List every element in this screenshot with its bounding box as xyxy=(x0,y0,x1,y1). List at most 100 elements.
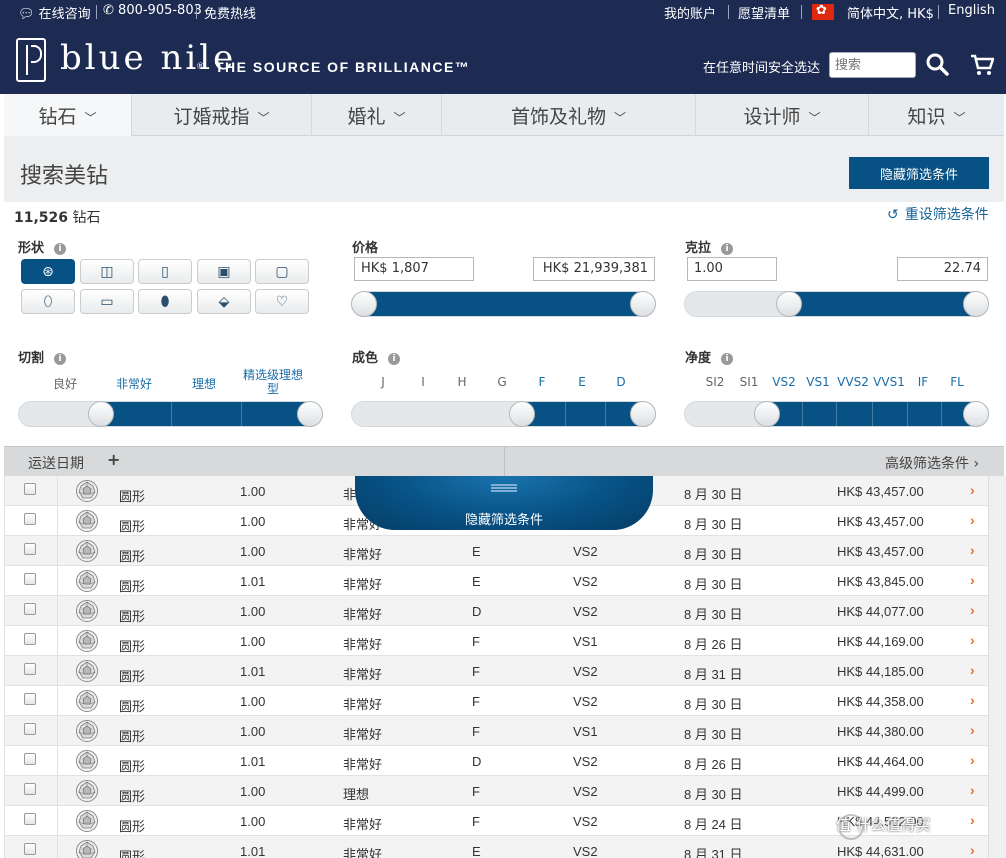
info-icon[interactable]: i xyxy=(721,243,734,255)
cart-icon[interactable] xyxy=(970,52,994,78)
price-slider[interactable] xyxy=(351,291,656,317)
compare-checkbox[interactable] xyxy=(24,513,36,525)
shape-pear-button[interactable]: ⬙ xyxy=(197,289,251,314)
cut-grade-very-good[interactable]: 非常好 xyxy=(100,375,168,392)
nav-wedding[interactable]: 婚礼 ﹀ xyxy=(312,94,442,136)
clarity-grade-vs2[interactable]: VS2 xyxy=(767,375,801,389)
cut-grade-ideal[interactable]: 理想 xyxy=(170,375,238,392)
compare-checkbox[interactable] xyxy=(24,663,36,675)
hong-kong-flag-icon[interactable] xyxy=(812,3,834,20)
table-row[interactable]: 圆形 1.00 非常好 F VS1 8 月 26 日 HK$ 44,169.00 › xyxy=(5,626,988,656)
shape-asscher-button[interactable]: ▣ xyxy=(197,259,251,284)
chevron-right-icon[interactable]: › xyxy=(970,662,975,678)
clarity-grade-if[interactable]: IF xyxy=(910,375,936,389)
compare-checkbox[interactable] xyxy=(24,573,36,585)
nav-designers[interactable]: 设计师 ﹀ xyxy=(696,94,869,136)
table-row[interactable]: 圆形 1.01 非常好 E VS2 8 月 31 日 HK$ 44,631.00 › xyxy=(5,836,988,858)
table-row[interactable]: 圆形 1.01 非常好 F VS2 8 月 31 日 HK$ 44,185.00 › xyxy=(5,656,988,686)
clarity-slider-min-handle[interactable] xyxy=(754,401,780,427)
color-grade-f[interactable]: F xyxy=(529,375,555,389)
compare-checkbox[interactable] xyxy=(24,543,36,555)
info-icon[interactable]: i xyxy=(388,353,401,365)
nav-education[interactable]: 知识 ﹀ xyxy=(869,94,1004,136)
cut-slider-min-handle[interactable] xyxy=(88,401,114,427)
wishlist-link[interactable]: 愿望清单 xyxy=(738,3,790,22)
compare-checkbox[interactable] xyxy=(24,693,36,705)
carat-slider-max-handle[interactable] xyxy=(963,291,989,317)
carat-slider-min-handle[interactable] xyxy=(776,291,802,317)
compare-checkbox[interactable] xyxy=(24,603,36,615)
chevron-right-icon[interactable]: › xyxy=(970,812,975,828)
color-grade-j[interactable]: J xyxy=(370,375,396,389)
price-slider-max-handle[interactable] xyxy=(630,291,656,317)
advanced-filters-link[interactable]: 高级筛选条件 › xyxy=(885,453,979,473)
compare-checkbox[interactable] xyxy=(24,813,36,825)
shape-princess-button[interactable]: ◫ xyxy=(80,259,134,284)
color-slider[interactable] xyxy=(351,401,656,427)
nav-jewelry-gifts[interactable]: 首饰及礼物 ﹀ xyxy=(442,94,696,136)
carat-min-input[interactable]: 1.00 xyxy=(687,257,777,281)
compare-checkbox[interactable] xyxy=(24,783,36,795)
shipping-date-toggle[interactable]: 运送日期 xyxy=(28,453,84,473)
chevron-right-icon[interactable]: › xyxy=(970,572,975,588)
compare-checkbox[interactable] xyxy=(24,483,36,495)
clarity-grade-vvs1[interactable]: VVS1 xyxy=(870,375,908,389)
chevron-right-icon[interactable]: › xyxy=(970,752,975,768)
color-grade-d[interactable]: D xyxy=(608,375,634,389)
info-icon[interactable]: i xyxy=(54,243,67,255)
color-grade-h[interactable]: H xyxy=(449,375,475,389)
scrollbar[interactable] xyxy=(988,476,1006,858)
plus-icon[interactable]: + xyxy=(107,450,120,469)
logo-text[interactable]: blue nile xyxy=(60,38,236,78)
color-grade-e[interactable]: E xyxy=(569,375,595,389)
clarity-slider[interactable] xyxy=(684,401,989,427)
chat-link[interactable]: 💬︎ 在线咨询 xyxy=(18,3,91,22)
shape-cushion-button[interactable]: ▢ xyxy=(255,259,309,284)
shape-emerald-button[interactable]: ▯ xyxy=(138,259,192,284)
chevron-right-icon[interactable]: › xyxy=(970,542,975,558)
shape-heart-button[interactable]: ♡ xyxy=(255,289,309,314)
chevron-right-icon[interactable]: › xyxy=(970,632,975,648)
carat-slider[interactable] xyxy=(684,291,989,317)
table-row[interactable]: 圆形 1.00 非常好 F VS1 8 月 30 日 HK$ 44,380.00 › xyxy=(5,716,988,746)
hide-filters-tab[interactable]: 隐藏筛选条件 xyxy=(355,476,653,530)
table-row[interactable]: 圆形 1.00 非常好 E VS2 8 月 30 日 HK$ 43,457.00 › xyxy=(5,536,988,566)
color-slider-min-handle[interactable] xyxy=(509,401,535,427)
info-icon[interactable]: i xyxy=(721,353,734,365)
compare-checkbox[interactable] xyxy=(24,843,36,855)
chevron-right-icon[interactable]: › xyxy=(970,692,975,708)
chevron-right-icon[interactable]: › xyxy=(970,602,975,618)
clarity-grade-fl[interactable]: FL xyxy=(944,375,970,389)
table-row[interactable]: 圆形 1.00 理想 F VS2 8 月 30 日 HK$ 44,499.00 › xyxy=(5,776,988,806)
compare-checkbox[interactable] xyxy=(24,753,36,765)
hide-filters-button[interactable]: 隐藏筛选条件 xyxy=(849,157,989,189)
search-input[interactable] xyxy=(829,52,916,78)
clarity-grade-si1[interactable]: SI1 xyxy=(733,375,765,389)
chevron-right-icon[interactable]: › xyxy=(970,512,975,528)
chevron-right-icon[interactable]: › xyxy=(970,842,975,858)
english-link[interactable]: English xyxy=(948,3,995,18)
compare-checkbox[interactable] xyxy=(24,723,36,735)
clarity-grade-vvs2[interactable]: VVS2 xyxy=(834,375,872,389)
shape-radiant-button[interactable]: ▭ xyxy=(80,289,134,314)
price-slider-min-handle[interactable] xyxy=(351,291,377,317)
carat-max-input[interactable]: 22.74 xyxy=(897,257,988,281)
shape-oval-button[interactable]: ⬮ xyxy=(138,289,192,314)
clarity-grade-si2[interactable]: SI2 xyxy=(699,375,731,389)
compare-checkbox[interactable] xyxy=(24,633,36,645)
cut-grade-astor-ideal[interactable]: 精选级理想型 xyxy=(240,368,306,396)
cut-slider-max-handle[interactable] xyxy=(297,401,323,427)
nav-diamonds[interactable]: 钻石 ﹀ xyxy=(4,94,132,136)
chevron-right-icon[interactable]: › xyxy=(970,782,975,798)
price-min-input[interactable]: HK$ 1,807 xyxy=(354,257,474,281)
table-row[interactable]: 圆形 1.01 非常好 E VS2 8 月 30 日 HK$ 43,845.00 › xyxy=(5,566,988,596)
clarity-grade-vs1[interactable]: VS1 xyxy=(803,375,833,389)
locale-selector[interactable]: 简体中文, HK$ xyxy=(847,3,934,22)
cut-grade-good[interactable]: 良好 xyxy=(32,375,98,392)
shape-round-button[interactable]: ⊛ xyxy=(21,259,75,284)
chevron-right-icon[interactable]: › xyxy=(970,722,975,738)
color-slider-max-handle[interactable] xyxy=(630,401,656,427)
shape-marquise-button[interactable]: ⬯ xyxy=(21,289,75,314)
table-row[interactable]: 圆形 1.00 非常好 D VS2 8 月 30 日 HK$ 44,077.00 › xyxy=(5,596,988,626)
cut-slider[interactable] xyxy=(18,401,323,427)
